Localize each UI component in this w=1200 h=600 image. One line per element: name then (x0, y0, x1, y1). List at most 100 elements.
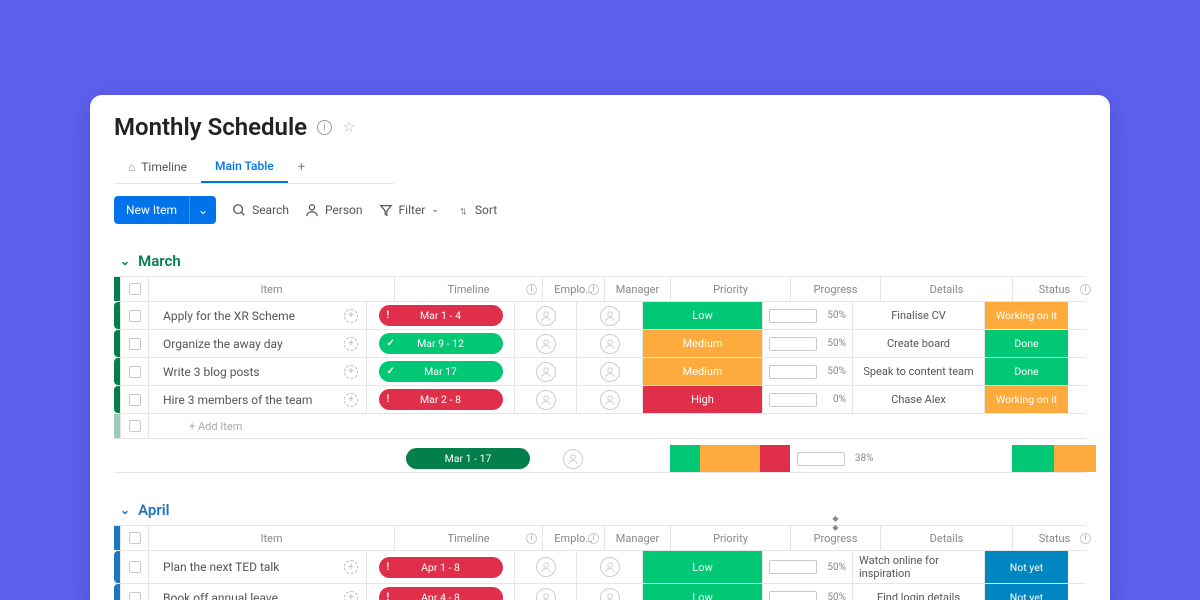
expand-icon[interactable]: + (344, 393, 358, 407)
avatar-placeholder[interactable] (536, 557, 556, 577)
item-name-cell[interactable]: Write 3 blog posts+ (148, 358, 366, 385)
table-row[interactable]: Book off annual leave+ !Apr 4 - 8 Low 50… (114, 584, 1086, 600)
group-header[interactable]: ⌄ April (120, 501, 1086, 519)
row-checkbox[interactable] (120, 302, 148, 329)
item-name-cell[interactable]: Plan the next TED talk+ (148, 551, 366, 583)
person-filter-button[interactable]: Person (305, 203, 363, 217)
progress-cell[interactable]: 50% (762, 584, 852, 600)
timeline-cell[interactable]: ✓Mar 17 (366, 358, 514, 385)
table-row[interactable]: Organize the away day+ ✓Mar 9 - 12 Mediu… (114, 330, 1086, 358)
manager-cell[interactable] (576, 551, 642, 583)
employee-cell[interactable] (514, 330, 576, 357)
progress-cell[interactable]: 50% (762, 302, 852, 329)
status-cell[interactable]: Working on it (984, 302, 1068, 329)
col-timeline[interactable]: Timelinei (394, 526, 542, 550)
progress-cell[interactable]: 50% (762, 330, 852, 357)
table-row[interactable]: Write 3 blog posts+ ✓Mar 17 Medium 50% S… (114, 358, 1086, 386)
row-checkbox[interactable] (120, 386, 148, 413)
col-item[interactable]: Item (148, 277, 394, 301)
add-view-button[interactable]: + (288, 154, 315, 181)
details-cell[interactable]: Find login details (852, 584, 984, 600)
group-header[interactable]: ⌄ March (120, 252, 1086, 270)
avatar-placeholder[interactable] (600, 334, 620, 354)
details-cell[interactable]: Speak to content team (852, 358, 984, 385)
select-all[interactable] (120, 526, 148, 550)
priority-cell[interactable]: High (642, 386, 762, 413)
status-cell[interactable]: Done (984, 330, 1068, 357)
status-cell[interactable]: Done (984, 358, 1068, 385)
avatar-placeholder[interactable] (536, 390, 556, 410)
col-manager[interactable]: Manager (604, 526, 670, 550)
table-row[interactable]: Apply for the XR Scheme+ !Mar 1 - 4 Low … (114, 302, 1086, 330)
avatar-placeholder[interactable] (536, 334, 556, 354)
col-details[interactable]: Details (880, 277, 1012, 301)
employee-cell[interactable] (514, 551, 576, 583)
details-cell[interactable]: Watch online for inspiration (852, 551, 984, 583)
tab-main-table[interactable]: Main Table (201, 151, 288, 183)
row-checkbox[interactable] (120, 330, 148, 357)
expand-icon[interactable]: + (344, 309, 358, 323)
manager-cell[interactable] (576, 386, 642, 413)
avatar-placeholder[interactable] (563, 449, 583, 469)
timeline-cell[interactable]: !Mar 2 - 8 (366, 386, 514, 413)
avatar-placeholder[interactable] (600, 557, 620, 577)
info-icon[interactable]: i (526, 533, 537, 544)
new-item-dropdown[interactable]: ⌄ (189, 196, 216, 224)
tab-timeline[interactable]: ⌂ Timeline (114, 152, 201, 182)
priority-cell[interactable]: Low (642, 551, 762, 583)
col-timeline[interactable]: Timelinei (394, 277, 542, 301)
col-manager[interactable]: Manager (604, 277, 670, 301)
priority-cell[interactable]: Medium (642, 358, 762, 385)
col-employee[interactable]: Emplo…i (542, 277, 604, 301)
avatar-placeholder[interactable] (600, 390, 620, 410)
info-icon[interactable]: i (1080, 284, 1091, 295)
avatar-placeholder[interactable] (536, 306, 556, 326)
progress-cell[interactable]: 0% (762, 386, 852, 413)
avatar-placeholder[interactable] (600, 362, 620, 382)
priority-cell[interactable]: Medium (642, 330, 762, 357)
col-priority[interactable]: Priority (670, 277, 790, 301)
sort-button[interactable]: Sort (455, 203, 497, 217)
new-item-button[interactable]: New Item ⌄ (114, 196, 216, 224)
details-cell[interactable]: Create board (852, 330, 984, 357)
drag-handle-icon[interactable]: ◆◆ (832, 514, 838, 532)
col-status[interactable]: Statusi (1012, 526, 1096, 550)
col-priority[interactable]: Priority (670, 526, 790, 550)
avatar-placeholder[interactable] (536, 588, 556, 600)
status-cell[interactable]: Not yet (984, 551, 1068, 583)
item-name-cell[interactable]: Hire 3 members of the team+ (148, 386, 366, 413)
avatar-placeholder[interactable] (536, 362, 556, 382)
row-checkbox[interactable] (120, 551, 148, 583)
item-name-cell[interactable]: Book off annual leave+ (148, 584, 366, 600)
info-icon[interactable]: i (1080, 533, 1091, 544)
table-row[interactable]: Plan the next TED talk+ !Apr 1 - 8 Low 5… (114, 551, 1086, 584)
employee-cell[interactable] (514, 584, 576, 600)
col-details[interactable]: Details (880, 526, 1012, 550)
details-cell[interactable]: Finalise CV (852, 302, 984, 329)
add-item-row[interactable]: + Add Item (114, 414, 1086, 439)
item-name-cell[interactable]: Apply for the XR Scheme+ (148, 302, 366, 329)
info-icon[interactable]: i (526, 284, 537, 295)
progress-cell[interactable]: 50% (762, 358, 852, 385)
expand-icon[interactable]: + (344, 337, 358, 351)
expand-icon[interactable]: + (344, 591, 358, 600)
employee-cell[interactable] (514, 302, 576, 329)
timeline-cell[interactable]: !Apr 4 - 8 (366, 584, 514, 600)
row-checkbox[interactable] (120, 358, 148, 385)
progress-cell[interactable]: 50% (762, 551, 852, 583)
expand-icon[interactable]: + (344, 560, 358, 574)
priority-cell[interactable]: Low (642, 584, 762, 600)
details-cell[interactable]: Chase Alex (852, 386, 984, 413)
timeline-cell[interactable]: !Mar 1 - 4 (366, 302, 514, 329)
item-name-cell[interactable]: Organize the away day+ (148, 330, 366, 357)
col-status[interactable]: Statusi (1012, 277, 1096, 301)
info-icon[interactable]: i (588, 533, 599, 544)
manager-cell[interactable] (576, 330, 642, 357)
table-row[interactable]: Hire 3 members of the team+ !Mar 2 - 8 H… (114, 386, 1086, 414)
timeline-cell[interactable]: !Apr 1 - 8 (366, 551, 514, 583)
avatar-placeholder[interactable] (600, 588, 620, 600)
status-cell[interactable]: Not yet (984, 584, 1068, 600)
manager-cell[interactable] (576, 302, 642, 329)
col-progress[interactable]: ◆◆Progress (790, 526, 880, 550)
avatar-placeholder[interactable] (600, 306, 620, 326)
